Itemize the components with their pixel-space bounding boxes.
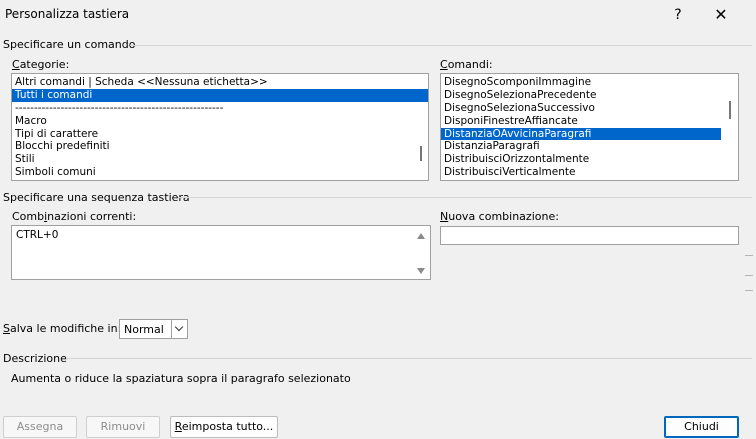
close-icon[interactable]: ✕	[710, 5, 732, 25]
command-item-selected[interactable]: DistanziaOAvvicinaParagrafi	[441, 127, 721, 141]
category-item[interactable]: Altri comandi | Scheda <<Nessuna etichet…	[12, 76, 428, 89]
description-divider	[66, 358, 752, 359]
save-in-value: Normal	[124, 323, 164, 336]
categories-listbox[interactable]: Altri comandi | Scheda <<Nessuna etichet…	[11, 73, 429, 181]
category-item[interactable]: Stili	[12, 153, 428, 166]
command-item[interactable]: DistribuisciVerticalmente	[441, 166, 738, 179]
commands-label: Comandi:	[440, 58, 493, 71]
current-keys-label: Combinazioni correnti:	[12, 210, 137, 223]
current-keys-listbox[interactable]: CTRL+0	[11, 225, 431, 280]
dialog-title: Personalizza tastiera	[5, 7, 130, 21]
remove-button[interactable]: Rimuovi	[86, 416, 160, 438]
current-key-item[interactable]: CTRL+0	[12, 226, 430, 241]
new-key-input[interactable]	[440, 226, 739, 245]
command-item[interactable]: DistribuisciOrizzontalmente	[441, 153, 738, 166]
help-icon[interactable]: ?	[668, 5, 688, 25]
command-item[interactable]: DisegnoSelezionaSuccessivo	[441, 102, 738, 115]
category-item[interactable]: Tipi di carattere	[12, 128, 428, 141]
key-section-label: Specificare una sequenza tastiera	[3, 191, 190, 204]
command-section-divider	[130, 45, 752, 46]
chevron-down-icon[interactable]	[171, 320, 187, 338]
new-key-label: Nuova combinazione:	[440, 210, 559, 223]
category-item[interactable]: Macro	[12, 115, 428, 128]
category-item-selected[interactable]: Tutti i comandi	[12, 88, 428, 102]
commands-listbox[interactable]: DisegnoScomponiImmagine DisegnoSeleziona…	[440, 73, 739, 181]
reset-all-button[interactable]: Reimposta tutto...	[170, 416, 278, 438]
close-button[interactable]: Chiudi	[664, 416, 739, 438]
description-label: Descrizione	[3, 352, 67, 365]
commands-scrollbar-thumb[interactable]	[729, 101, 731, 119]
customize-keyboard-dialog: Personalizza tastiera ? ✕ Specificare un…	[0, 0, 756, 439]
edge-mark	[745, 290, 753, 291]
description-text: Aumenta o riduce la spaziatura sopra il …	[11, 372, 351, 385]
save-in-select[interactable]: Normal	[119, 319, 188, 339]
scroll-down-icon[interactable]	[417, 268, 425, 274]
edge-mark	[745, 255, 753, 256]
scroll-up-icon[interactable]	[417, 233, 425, 239]
edge-mark	[745, 275, 753, 276]
command-item[interactable]: DisponiFinestreAffiancate	[441, 115, 738, 128]
assign-button[interactable]: Assegna	[3, 416, 77, 438]
categories-scrollbar-thumb[interactable]	[420, 146, 422, 161]
command-item[interactable]: DisegnoScomponiImmagine	[441, 76, 738, 89]
command-item[interactable]: DisegnoSelezionaPrecedente	[441, 89, 738, 102]
command-item[interactable]: DistanziaParagrafi	[441, 140, 738, 153]
category-separator: ----------------------------------------…	[15, 101, 224, 114]
command-section-label: Specificare un comando	[3, 38, 136, 51]
category-item[interactable]: Blocchi predefiniti	[12, 140, 428, 153]
category-item[interactable]: Simboli comuni	[12, 166, 428, 179]
key-section-divider	[178, 197, 752, 198]
categories-label: Categorie:	[12, 58, 70, 71]
save-in-label: Salva le modifiche in:	[3, 322, 122, 335]
